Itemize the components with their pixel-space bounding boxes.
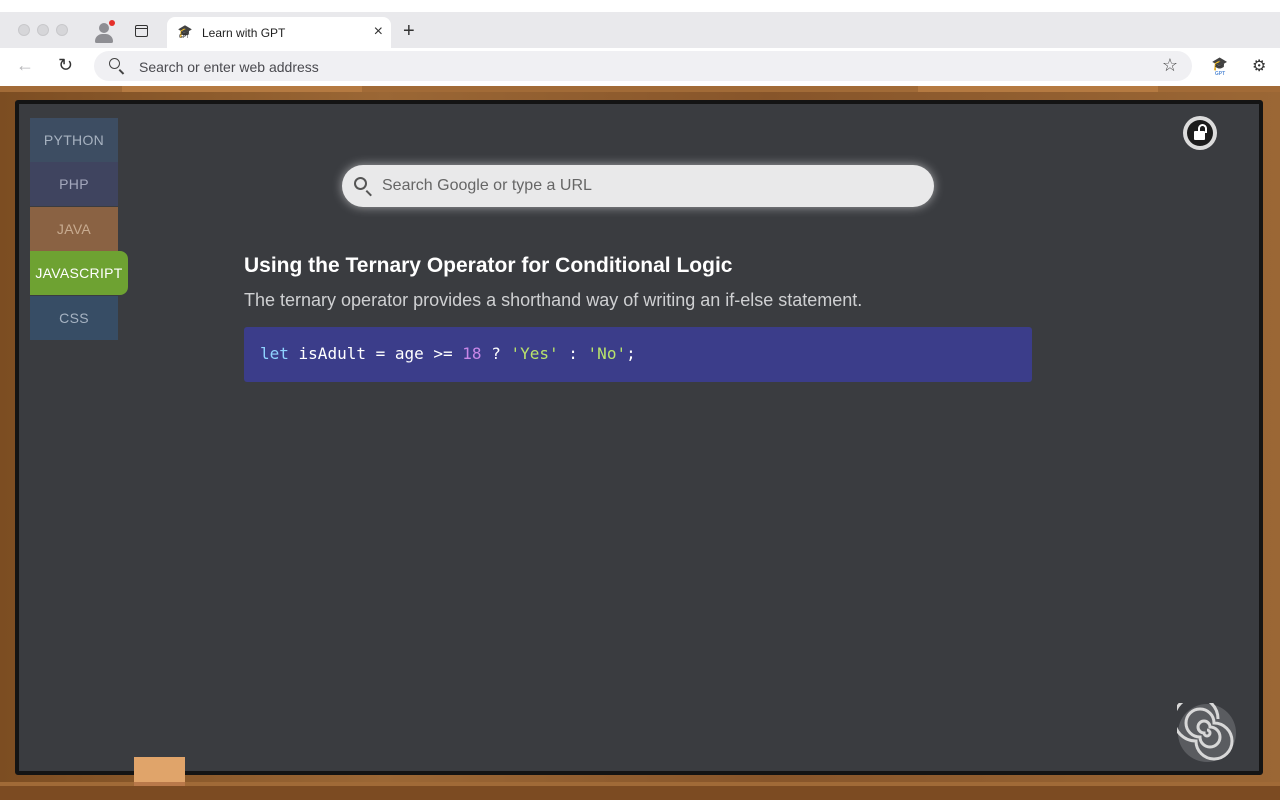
- code-number: 18: [462, 344, 482, 363]
- zoom-window-button[interactable]: [56, 24, 68, 36]
- code-string: 'No': [587, 344, 627, 363]
- back-arrow-icon[interactable]: ←: [16, 55, 34, 76]
- language-tab-javascript[interactable]: JAVASCRIPT: [30, 251, 128, 295]
- board-search-input[interactable]: Search Google or type a URL: [342, 165, 934, 207]
- language-tab-php[interactable]: PHP: [30, 162, 118, 206]
- navigation-bar: ← ↻ Search or enter web address ☆ 🎓 GPT ⚙: [0, 48, 1280, 86]
- search-icon: [109, 58, 120, 69]
- code-text: ;: [626, 344, 636, 363]
- lesson-description: The ternary operator provides a shorthan…: [244, 290, 863, 310]
- code-keyword: let: [260, 344, 289, 363]
- language-tab-java[interactable]: JAVA: [30, 207, 118, 251]
- close-window-button[interactable]: [18, 24, 30, 36]
- spiral-logo-icon[interactable]: [1177, 703, 1237, 763]
- star-icon[interactable]: ☆: [1162, 55, 1178, 76]
- graduation-cap-icon: 🎓 GPT: [177, 24, 193, 40]
- tab-title: Learn with GPT: [202, 26, 286, 40]
- address-placeholder: Search or enter web address: [139, 59, 319, 75]
- minimize-window-button[interactable]: [37, 24, 49, 36]
- code-line: let isAdult = age >= 18 ? 'Yes' : 'No';: [260, 344, 636, 363]
- code-text: :: [558, 344, 588, 363]
- language-tab-css[interactable]: CSS: [30, 296, 118, 340]
- code-text: isAdult = age >=: [288, 344, 463, 363]
- language-tab-python[interactable]: PYTHON: [30, 118, 118, 162]
- code-text: ?: [481, 344, 511, 363]
- eraser: [134, 757, 185, 786]
- plus-icon[interactable]: +: [403, 21, 415, 41]
- frame-hook-left: [122, 86, 362, 92]
- chalk-tray: [0, 786, 1280, 800]
- sidebar-toggle-icon[interactable]: [135, 25, 148, 37]
- tab-learn-with-gpt[interactable]: 🎓 GPT Learn with GPT ×: [167, 17, 391, 48]
- code-block: let isAdult = age >= 18 ? 'Yes' : 'No';: [244, 327, 1032, 382]
- gpt-extension-icon[interactable]: 🎓 GPT: [1210, 56, 1230, 77]
- close-icon[interactable]: ×: [374, 23, 383, 41]
- reload-icon[interactable]: ↻: [58, 55, 73, 76]
- lesson-title: Using the Ternary Operator for Condition…: [244, 254, 733, 277]
- board-search-placeholder: Search Google or type a URL: [382, 177, 592, 194]
- tab-bar: 🎓 GPT Learn with GPT × +: [0, 12, 1280, 48]
- puzzle-icon[interactable]: ⚙: [1252, 56, 1266, 76]
- search-icon: [354, 177, 367, 190]
- frame-hook-right: [918, 86, 1158, 92]
- code-string: 'Yes': [510, 344, 559, 363]
- lock-icon[interactable]: [1183, 116, 1217, 150]
- address-bar[interactable]: Search or enter web address ☆: [94, 51, 1192, 81]
- window-top-strip: [0, 0, 1280, 12]
- profile-icon[interactable]: [92, 20, 116, 44]
